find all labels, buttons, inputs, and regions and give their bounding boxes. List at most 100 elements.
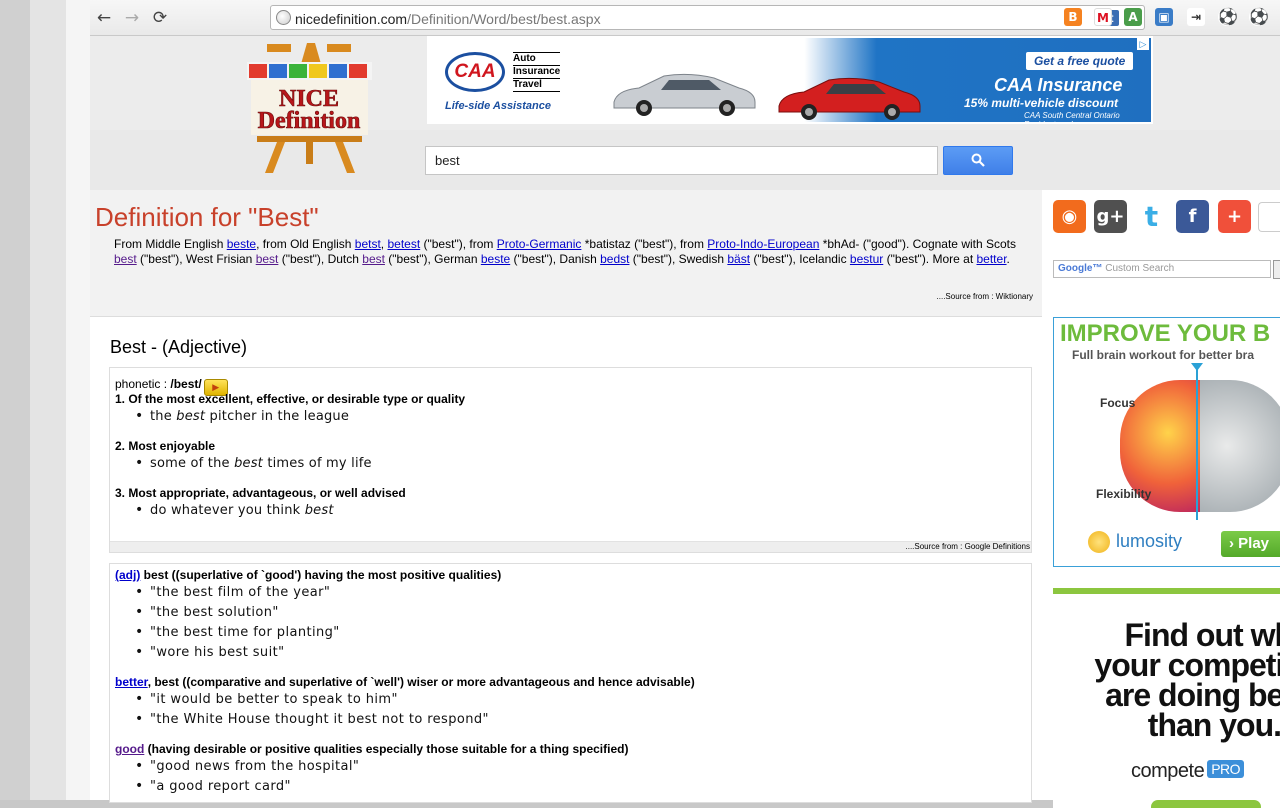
search-button[interactable] xyxy=(943,146,1013,175)
wordnet-link-adj[interactable]: (adj) xyxy=(115,568,140,582)
wordnet-entry-3: good (having desirable or positive quali… xyxy=(115,742,629,756)
part-of-speech-title: Best - (Adjective) xyxy=(110,337,248,357)
left-gutter xyxy=(0,0,30,800)
adchoices-icon[interactable]: ▷ xyxy=(1137,38,1149,50)
wordnet-example: "a good report card" xyxy=(135,778,291,794)
page-title: Definition for "Best" xyxy=(95,202,319,232)
etym-link-betst[interactable]: betst xyxy=(355,237,381,251)
lumosity-logo-icon xyxy=(1088,531,1110,553)
lumosity-ad[interactable]: IMPROVE YOUR B Full brain workout for be… xyxy=(1053,317,1280,567)
lumosity-play-button[interactable]: › Play xyxy=(1221,531,1280,557)
google-source-bar: ....Source from : Google Definitions xyxy=(110,541,1031,552)
wordnet-definitions-box: (adj) best ((superlative of `good') havi… xyxy=(109,563,1032,803)
twitter-icon[interactable]: t xyxy=(1135,200,1168,233)
sense-3-label: 3. Most appropriate, advantageous, or we… xyxy=(115,486,406,500)
addthis-plus-icon[interactable]: + xyxy=(1218,200,1251,233)
definition-header: Definition for "Best" From Middle Englis… xyxy=(90,190,1042,317)
caa-service-travel: Travel xyxy=(513,79,561,92)
etym-link-dutch-best[interactable]: best xyxy=(362,252,385,266)
wiktionary-source: ....Source from : Wiktionary xyxy=(936,292,1033,301)
nice-definition-logo[interactable]: NICE Definition xyxy=(247,38,372,173)
gmail-icon[interactable]: M xyxy=(1094,8,1112,26)
address-bar[interactable]: nicedefinition.com/Definition/Word/best/… xyxy=(270,5,1145,30)
etym-link-better[interactable]: better xyxy=(977,252,1007,266)
soccer-ball-icon-2[interactable]: ⚽ xyxy=(1249,8,1269,26)
etym-link-scots-best[interactable]: best xyxy=(114,252,137,266)
etym-link-beste[interactable]: beste xyxy=(227,237,256,251)
wordnet-entry-1: (adj) best ((superlative of `good') havi… xyxy=(115,568,502,582)
lumosity-logo: lumosity xyxy=(1088,531,1182,553)
google-source: ....Source from : Google Definitions xyxy=(905,542,1031,551)
etym-link-danish-bedst[interactable]: bedst xyxy=(600,252,629,266)
compete-logo: compete PRO xyxy=(1131,760,1245,783)
phonetic-label: phonetic : xyxy=(115,377,171,391)
etym-link-proto-germanic[interactable]: Proto-Germanic xyxy=(497,237,582,251)
brain-divider-marker xyxy=(1191,363,1203,371)
caa-ad-fine-print: CAA South Central Ontario Residents only xyxy=(1024,111,1120,122)
caa-tagline: Life-side Assistance xyxy=(445,100,551,112)
search-icon xyxy=(971,153,985,167)
wordnet-example: "it would be better to speak to him" xyxy=(135,691,398,707)
google-definitions-box: phonetic : /best/▶ 1. Of the most excell… xyxy=(109,367,1032,553)
blogger-icon[interactable]: B xyxy=(1064,8,1082,26)
sense-2-example: some of the best times of my life xyxy=(135,455,372,471)
send-to-mobile-icon[interactable]: ⇥ xyxy=(1187,8,1205,26)
url-text[interactable]: nicedefinition.com/Definition/Word/best/… xyxy=(295,11,601,27)
sense-1-example: the best pitcher in the league xyxy=(135,408,349,424)
etym-link-proto-indo-european[interactable]: Proto-Indo-European xyxy=(707,237,819,251)
custom-search-button[interactable] xyxy=(1273,260,1280,279)
site-header: NICE Definition CAA Auto Insurance Trave… xyxy=(90,36,1280,190)
wordnet-example: "the best time for planting" xyxy=(135,624,340,640)
compete-headline: Find out wh your competit are doing bet … xyxy=(1094,617,1280,743)
brain-image-gray xyxy=(1200,380,1280,512)
etym-link-swedish-bast[interactable]: bäst xyxy=(727,252,750,266)
etym-link-betest[interactable]: betest xyxy=(387,237,420,251)
etym-link-frisian-best[interactable]: best xyxy=(256,252,279,266)
facebook-icon[interactable]: f xyxy=(1176,200,1209,233)
screenshot-icon[interactable]: ▣ xyxy=(1155,8,1173,26)
translate-icon[interactable]: A xyxy=(1124,8,1142,26)
wordnet-entry-2: better, best ((comparative and superlati… xyxy=(115,675,695,689)
sense-3-example: do whatever you think best xyxy=(135,502,334,518)
share-counter-bubble[interactable] xyxy=(1258,202,1280,232)
main-content: Definition for "Best" From Middle Englis… xyxy=(90,190,1042,803)
globe-icon xyxy=(276,10,291,25)
right-sidebar: ◉ g+ t f + Google™ Custom Search IMPROVE… xyxy=(1042,190,1280,808)
compete-ad[interactable]: Find out wh your competit are doing bet … xyxy=(1053,588,1280,808)
caa-ad-banner[interactable]: CAA Auto Insurance Travel Life-side Assi… xyxy=(427,36,1153,124)
brain-divider xyxy=(1196,368,1198,520)
soccer-ball-icon[interactable]: ⚽ xyxy=(1218,8,1238,26)
etymology-text: From Middle English beste, from Old Engl… xyxy=(114,237,1016,266)
lumosity-subline: Full brain workout for better bra xyxy=(1072,348,1255,362)
caa-service-insurance: Insurance xyxy=(513,66,561,79)
wordnet-example: "good news from the hospital" xyxy=(135,758,359,774)
wordnet-example: "the best film of the year" xyxy=(135,584,330,600)
sense-1-label: 1. Of the most excellent, effective, or … xyxy=(115,392,466,406)
red-car-image xyxy=(778,77,921,120)
compete-cta-bar[interactable] xyxy=(1151,800,1261,808)
wordnet-link-better[interactable]: better xyxy=(115,675,148,689)
search-input[interactable] xyxy=(425,146,938,175)
caa-ad-title: CAA Insurance xyxy=(994,75,1123,95)
wordnet-link-good[interactable]: good xyxy=(115,742,144,756)
etym-link-icelandic-bestur[interactable]: bestur xyxy=(850,252,883,266)
caa-service-auto: Auto xyxy=(513,53,561,66)
lumosity-flexibility-label: Flexibility xyxy=(1096,487,1152,501)
browser-toolbar: ← → ⟳ nicedefinition.com/Definition/Word… xyxy=(90,0,1280,36)
rss-icon[interactable]: ◉ xyxy=(1053,200,1086,233)
back-icon[interactable]: ← xyxy=(93,7,115,29)
left-gutter-page xyxy=(66,0,90,800)
wordnet-example: "the White House thought it best not to … xyxy=(135,711,489,727)
browser-window: ← → ⟳ nicedefinition.com/Definition/Word… xyxy=(0,0,1280,808)
wordnet-example: "wore his best suit" xyxy=(135,644,284,660)
phonetic-value: /best/ xyxy=(170,377,202,391)
caa-logo: CAA xyxy=(445,52,505,92)
caa-quote-button[interactable]: Get a free quote xyxy=(1026,52,1134,70)
caa-ad-discount: 15% multi-vehicle discount xyxy=(964,96,1119,110)
wordnet-example: "the best solution" xyxy=(135,604,279,620)
forward-icon[interactable]: → xyxy=(121,7,143,29)
reload-icon[interactable]: ⟳ xyxy=(149,7,171,29)
etym-link-german-beste[interactable]: beste xyxy=(481,252,510,266)
google-plus-icon[interactable]: g+ xyxy=(1094,200,1127,233)
custom-search-input[interactable]: Google™ Custom Search xyxy=(1053,260,1271,278)
